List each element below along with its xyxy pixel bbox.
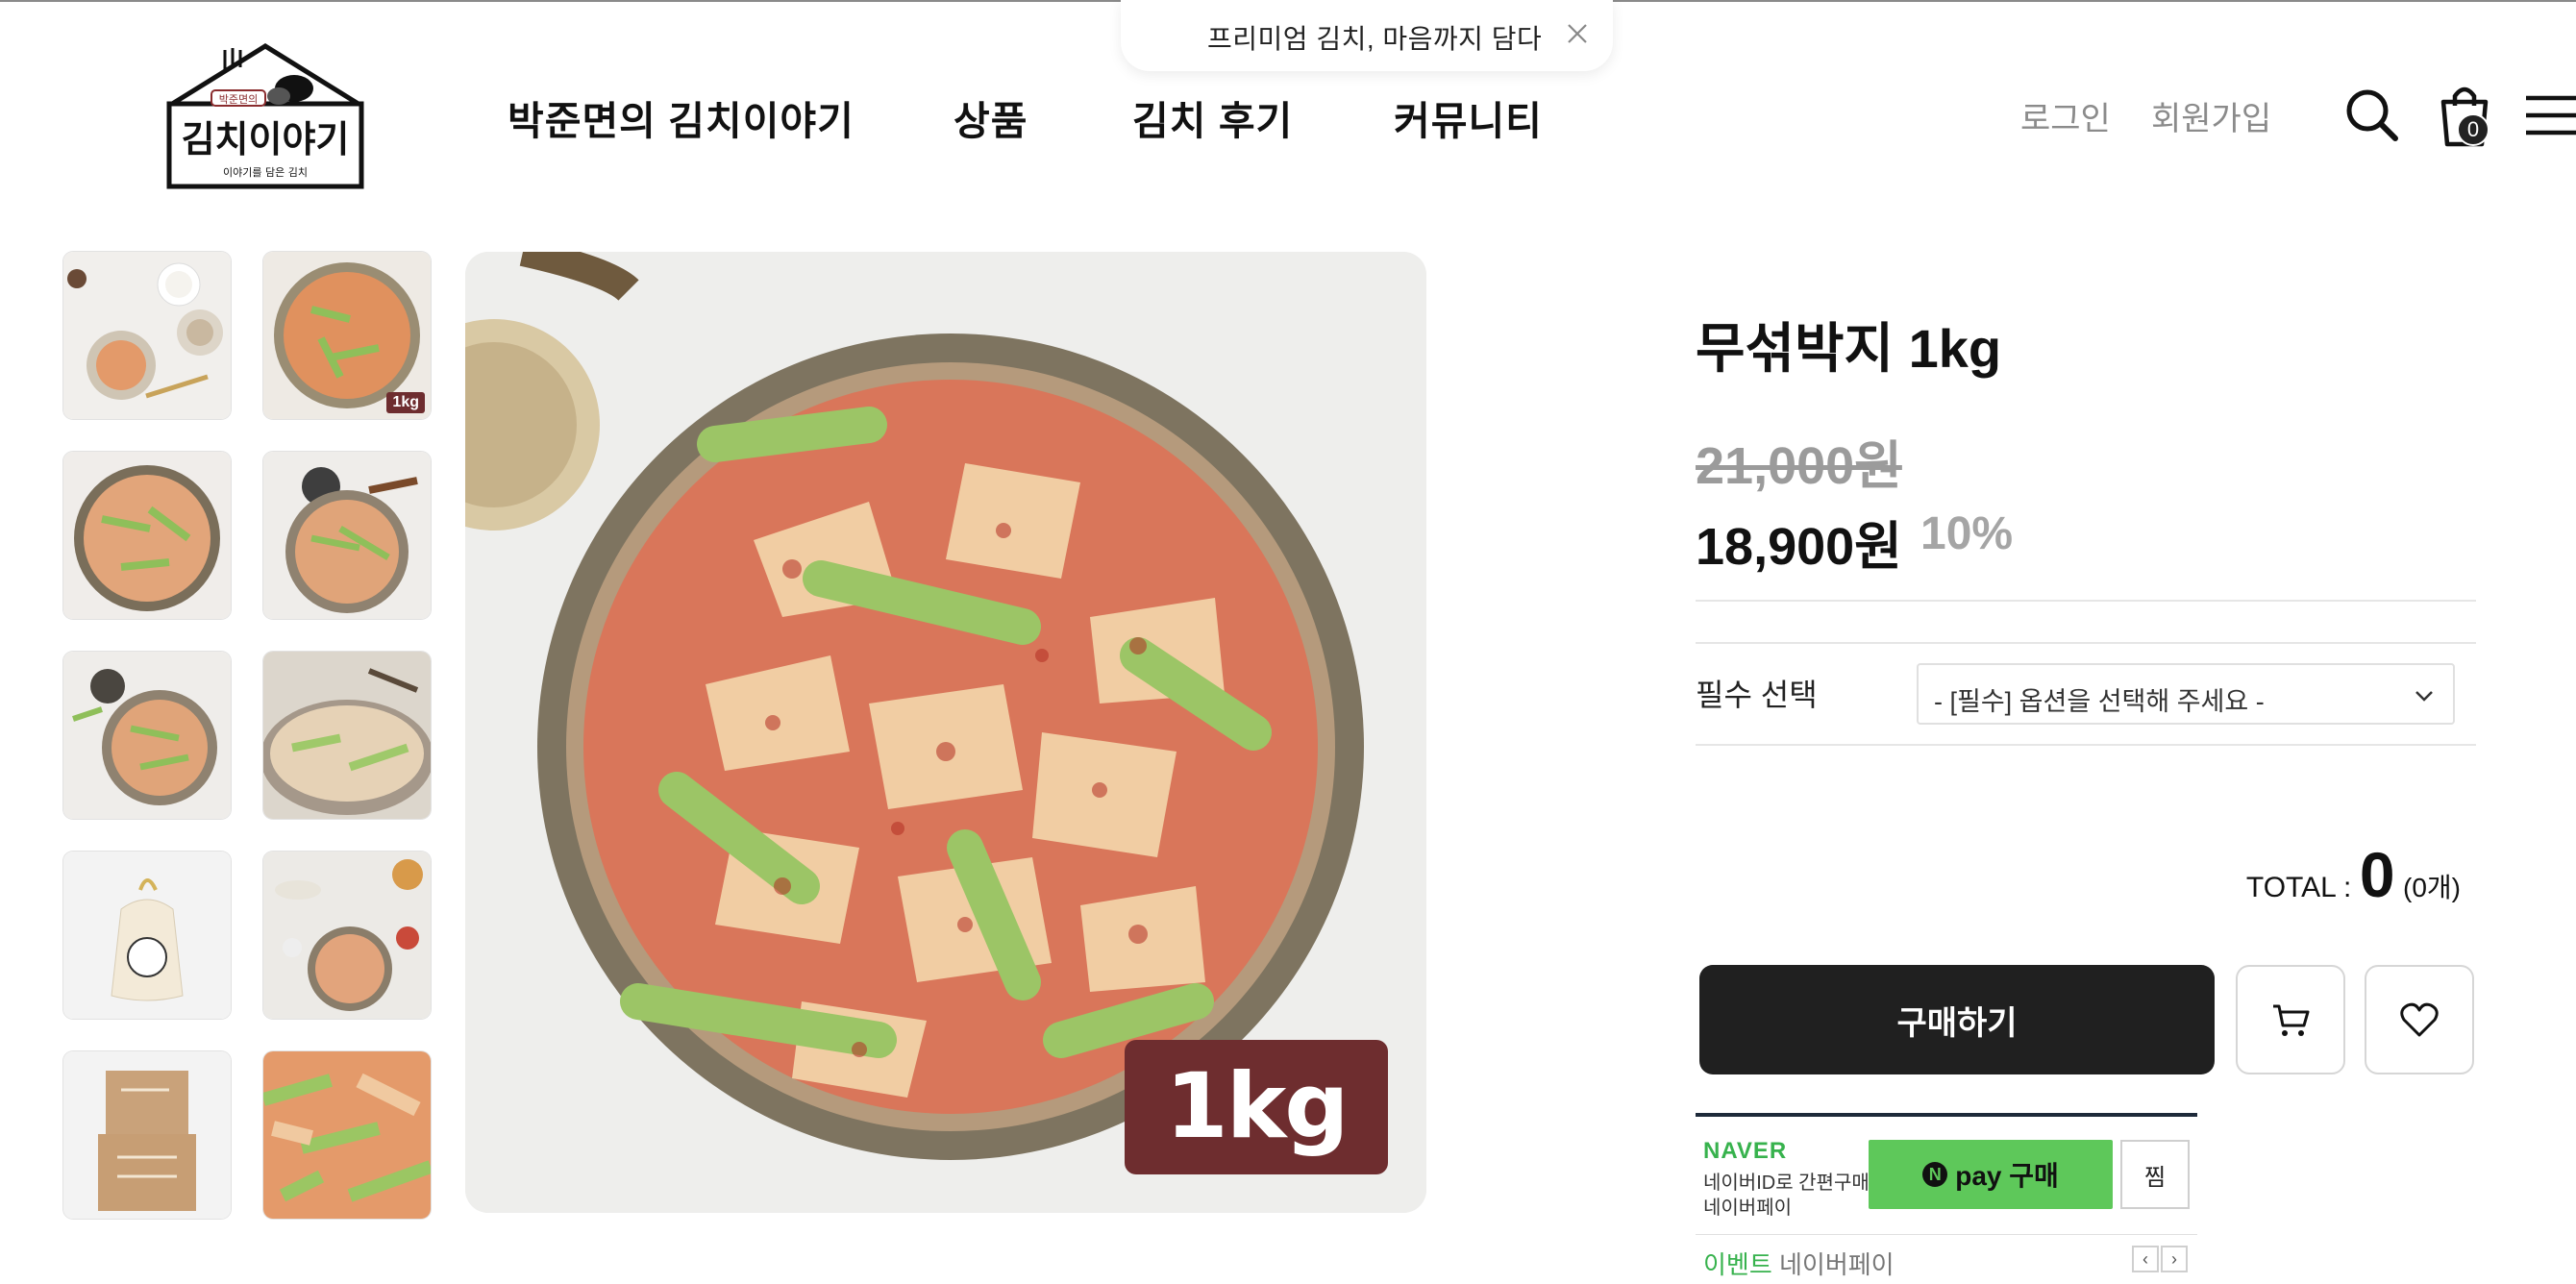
thumbnail-image [63, 1051, 231, 1219]
sale-price: 18,900원 [1696, 518, 1902, 576]
thumbnail-image [63, 252, 231, 419]
wishlist-button[interactable] [2365, 965, 2474, 1074]
weight-badge: 1kg [1125, 1040, 1388, 1174]
search-icon[interactable] [2343, 86, 2401, 144]
promo-text: 프리미엄 김치, 마음까지 담다 [1207, 24, 1543, 54]
cart-count-badge: 0 [2457, 113, 2489, 146]
thumbnail-7[interactable] [63, 852, 231, 1019]
event-next-button[interactable]: › [2161, 1246, 2188, 1272]
thumbnail-8[interactable] [263, 852, 431, 1019]
nav-item-products[interactable]: 상품 [954, 88, 1028, 146]
event-prev-button[interactable]: ‹ [2132, 1246, 2159, 1272]
signup-link[interactable]: 회원가입 [2151, 92, 2271, 139]
divider [1696, 600, 2476, 602]
option-select[interactable]: - [필수] 옵션을 선택해 주세요 - [1917, 663, 2455, 725]
total-amount: 0 [2359, 839, 2395, 910]
thumbnail-image [263, 852, 431, 1019]
thumbnail-image [63, 852, 231, 1019]
close-icon[interactable] [1565, 21, 1590, 46]
discount-rate: 10% [1920, 508, 2014, 559]
naver-pay-buy-button[interactable]: N pay 구매 [1869, 1140, 2113, 1209]
site-logo[interactable]: 박준면의 김치이야기 이야기를 담은 김치 [160, 38, 371, 192]
thumbnail-3[interactable] [63, 452, 231, 619]
original-price: 21,000원 [1696, 437, 1902, 495]
nav-item-story[interactable]: 박준면의 김치이야기 [508, 88, 855, 146]
thumbnail-image [263, 452, 431, 619]
naver-pay-desc: 네이버ID로 간편구매 [1703, 1173, 1870, 1194]
hamburger-menu-icon[interactable] [2524, 92, 2576, 138]
naver-zzim-button[interactable]: 찜 [2120, 1140, 2190, 1209]
naver-logo: NAVER [1703, 1138, 1788, 1164]
logo-name: 김치이야기 [182, 118, 350, 160]
login-link[interactable]: 로그인 [2020, 92, 2111, 139]
thumbnail-6[interactable] [263, 652, 431, 819]
thumbnail-1[interactable] [63, 252, 231, 419]
thumbnail-4[interactable] [263, 452, 431, 619]
logo-sub: 이야기를 담은 김치 [223, 166, 308, 179]
main-product-image[interactable]: 1kg [465, 252, 1426, 1213]
total-label: TOTAL : [2245, 872, 2352, 903]
total-summary: TOTAL : 0 (0개) [2246, 838, 2461, 911]
chevron-down-icon [2415, 691, 2433, 702]
logo-house-icon: 박준면의 김치이야기 이야기를 담은 김치 [166, 43, 364, 189]
naver-pay-desc: 네이버페이 [1703, 1198, 1792, 1219]
add-to-cart-button[interactable] [2236, 965, 2345, 1074]
thumbnail-10[interactable] [263, 1051, 431, 1219]
nav-item-reviews[interactable]: 김치 후기 [1132, 88, 1293, 146]
product-title: 무섞박지 1kg [1696, 318, 2002, 379]
naver-pay-panel: NAVER 네이버ID로 간편구매 네이버페이 N pay 구매 찜 이벤트 네… [1696, 1113, 2197, 1284]
logo-tag: 박준면의 [219, 93, 258, 106]
total-count: (0개) [2403, 873, 2461, 902]
thumbnail-5[interactable] [63, 652, 231, 819]
naver-n-icon: N [1922, 1162, 1948, 1187]
buy-button[interactable]: 구매하기 [1699, 965, 2215, 1074]
thumbnail-image [63, 652, 231, 819]
naver-pay-buy-label: pay 구매 [1955, 1161, 2059, 1191]
promo-banner: 프리미엄 김치, 마음까지 담다 [1121, 0, 1613, 71]
cart-icon [2273, 1004, 2310, 1036]
thumbnail-image [263, 1051, 431, 1219]
divider [1696, 642, 2476, 644]
event-sub-label: 네이버페이 [1779, 1250, 1895, 1279]
option-label: 필수 선택 [1696, 678, 1818, 712]
naver-pay-event[interactable]: 이벤트 네이버페이 [1703, 1246, 1895, 1281]
heart-icon [2400, 1002, 2439, 1037]
divider [1696, 744, 2476, 746]
thumbnail-2[interactable]: 1kg [263, 252, 431, 419]
nav-item-community[interactable]: 커뮤니티 [1394, 88, 1543, 146]
thumbnail-9[interactable] [63, 1051, 231, 1219]
divider [1696, 1234, 2197, 1235]
thumbnail-image [63, 452, 231, 619]
thumbnail-weight-tag: 1kg [386, 392, 425, 413]
option-select-value: - [필수] 옵션을 선택해 주세요 - [1934, 687, 2265, 716]
thumbnail-image [263, 652, 431, 819]
event-label: 이벤트 [1703, 1250, 1772, 1279]
